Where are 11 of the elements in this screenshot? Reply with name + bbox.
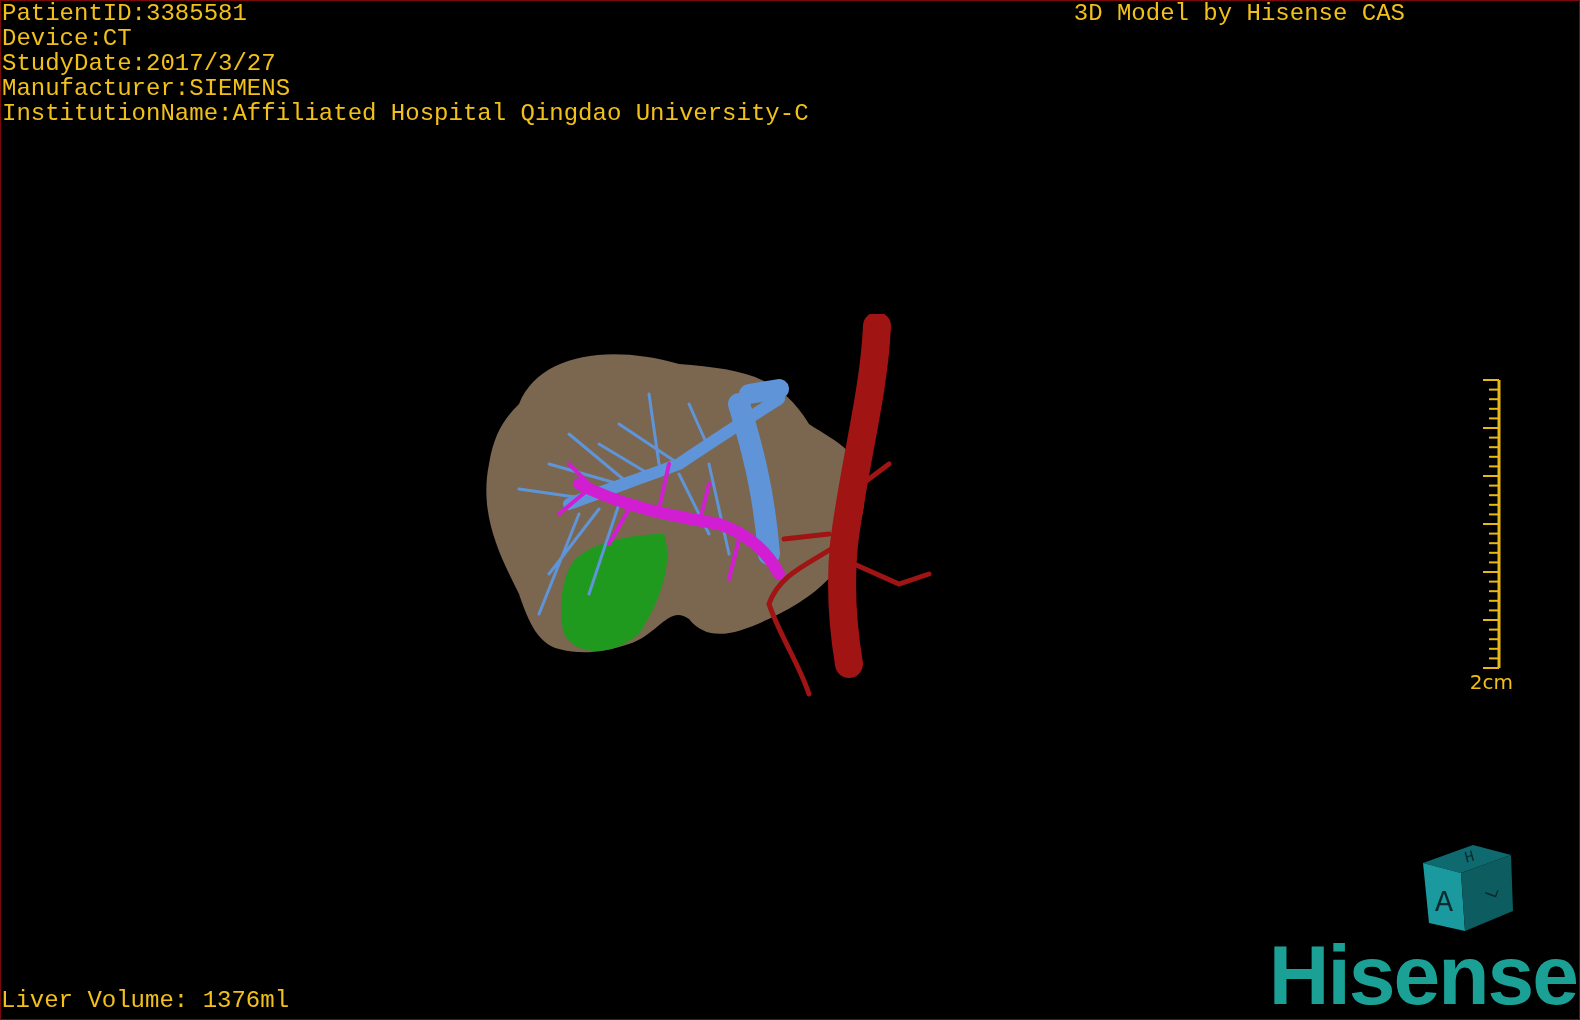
study-info-text: PatientID:3385581 [2,1,248,26]
scale-label: 2cm [1469,670,1513,694]
cube-face-label: A [1435,886,1453,920]
viewer-title: 3D Model by Hisense CAS [1073,1,1405,26]
study-info-text: InstitutionName:Affiliated Hospital Qingdao University-C [2,101,809,126]
study-info-text: Device:CT [2,26,133,51]
liver-volume-text: Liver Volume: 1376ml [1,988,290,1013]
brand-logo: Hisense [1268,937,1577,1013]
study-info-text: StudyDate:2017/3/27 [2,51,277,76]
cube-face-label: H [1462,847,1477,868]
study-info-text: Manufacturer:SIEMENS [2,76,292,101]
